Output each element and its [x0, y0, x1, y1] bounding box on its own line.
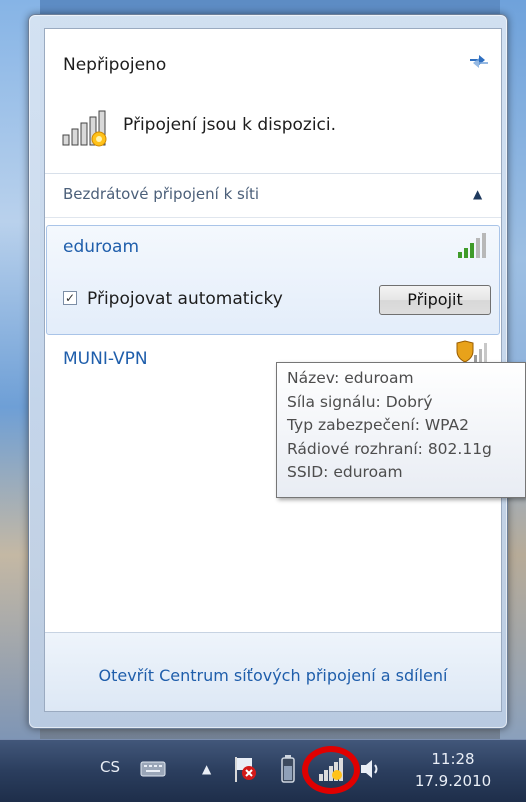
- keyboard-icon[interactable]: [140, 760, 166, 778]
- auto-connect-label[interactable]: Připojovat automaticky: [87, 289, 283, 309]
- highlight-circle: [302, 746, 360, 794]
- tooltip-line: SSID: eduroam: [287, 463, 403, 481]
- show-hidden-icons-arrow-icon[interactable]: ▲: [202, 762, 211, 776]
- signal-strength-icon: [457, 233, 491, 259]
- battery-icon[interactable]: [280, 754, 296, 784]
- clock-time: 11:28: [431, 750, 475, 768]
- network-name-muni-vpn[interactable]: MUNI-VPN: [63, 349, 148, 369]
- network-details-tooltip: Název: eduroam Síla signálu: Dobrý Typ z…: [276, 362, 526, 498]
- tooltip-line: Rádiové rozhraní: 802.11g: [287, 439, 492, 458]
- clock-date: 17.9.2010: [414, 772, 492, 790]
- connection-status-title: Nepřipojeno: [63, 55, 167, 75]
- taskbar-clock[interactable]: 11:28 17.9.2010: [410, 748, 496, 792]
- connections-available-text: Připojení jsou k dispozici.: [123, 115, 337, 135]
- tooltip-line: Síla signálu: Dobrý: [287, 392, 433, 411]
- taskbar: CS ▲ 11:28 17.9.2010: [0, 739, 526, 802]
- connect-button[interactable]: Připojit: [379, 285, 491, 315]
- network-name-eduroam[interactable]: eduroam: [63, 237, 139, 257]
- refresh-icon[interactable]: [467, 51, 491, 71]
- collapse-chevron-icon[interactable]: ▲: [473, 187, 482, 201]
- volume-icon[interactable]: [358, 756, 384, 782]
- tooltip-line: Typ zabezpečení: WPA2: [287, 416, 469, 434]
- divider: [45, 217, 501, 218]
- auto-connect-checkbox[interactable]: ✓: [63, 291, 77, 305]
- divider: [45, 173, 501, 174]
- language-indicator[interactable]: CS: [100, 758, 120, 776]
- connections-available-icon: [61, 109, 119, 149]
- wireless-section-header[interactable]: Bezdrátové připojení k síti: [63, 185, 259, 203]
- action-center-flag-icon[interactable]: [232, 754, 258, 784]
- open-network-center-link[interactable]: Otevřít Centrum síťových připojení a sdí…: [45, 666, 501, 685]
- flyout-footer: Otevřít Centrum síťových připojení a sdí…: [45, 632, 501, 711]
- tooltip-line: Název: eduroam: [287, 369, 414, 387]
